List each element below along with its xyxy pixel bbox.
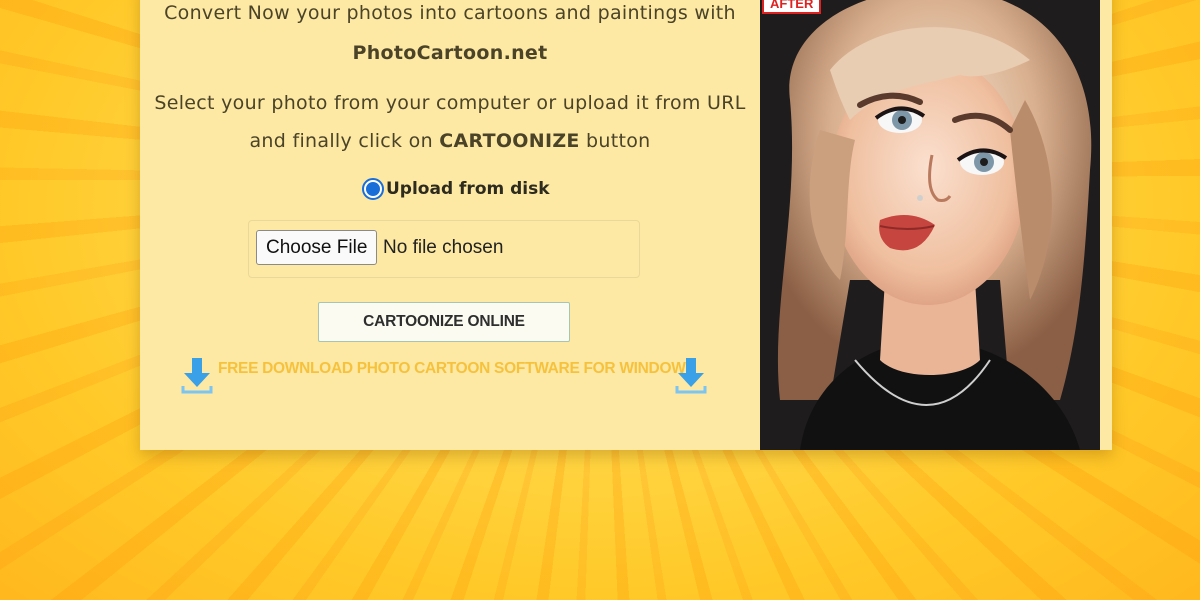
file-input: Choose File No file chosen — [248, 220, 640, 278]
cartoon-preview-image: AFTER — [760, 0, 1100, 450]
download-software-label[interactable]: FREE DOWNLOAD PHOTO CARTOON SOFTWARE FOR… — [218, 360, 696, 378]
file-status: No file chosen — [383, 237, 504, 258]
upload-from-disk-label[interactable]: Upload from disk — [386, 179, 550, 199]
converter-card: Convert Now your photos into cartoons an… — [140, 0, 1112, 450]
instruction-suffix: button — [579, 130, 651, 152]
instruction-text: Select your photo from your computer or … — [154, 92, 746, 114]
after-label: AFTER — [762, 0, 822, 14]
instruction-prefix: and finally click on — [249, 130, 440, 152]
upload-panel: Convert Now your photos into cartoons an… — [140, 0, 760, 450]
download-software-link[interactable]: FREE DOWNLOAD PHOTO CARTOON SOFTWARE FOR… — [180, 356, 710, 396]
cartoon-portrait — [760, 0, 1100, 450]
card-edge — [1100, 0, 1112, 450]
cartoonize-online-button[interactable]: CARTOONIZE ONLINE — [318, 302, 570, 342]
instruction-text-2: and finally click on CARTOONIZE button — [140, 130, 760, 152]
download-arrow-icon — [675, 358, 707, 394]
upload-from-disk-option[interactable]: Upload from disk — [362, 178, 550, 200]
radio-selected-dot — [366, 182, 380, 196]
choose-file-button[interactable]: Choose File — [256, 230, 378, 265]
upload-from-disk-radio[interactable] — [362, 178, 384, 200]
site-name: PhotoCartoon.net — [352, 42, 548, 64]
intro-text: Convert Now your photos into cartoons an… — [164, 2, 736, 24]
instruction-keyword: CARTOONIZE — [439, 130, 580, 152]
download-arrow-icon — [181, 358, 213, 394]
